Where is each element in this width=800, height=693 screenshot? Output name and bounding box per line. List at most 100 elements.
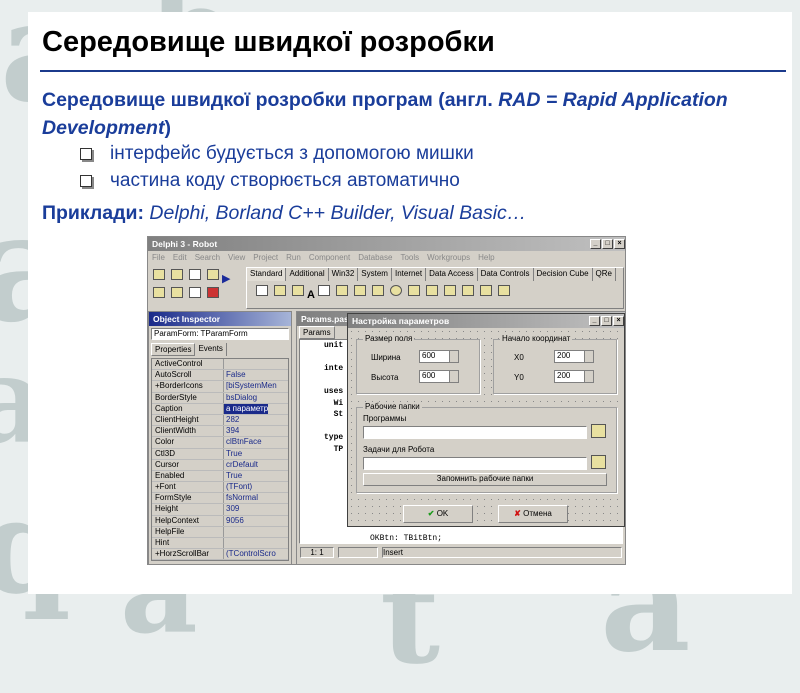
- radio-icon[interactable]: [389, 285, 402, 296]
- checkbox-icon[interactable]: [371, 285, 384, 296]
- save-icon[interactable]: [171, 269, 183, 280]
- property-value[interactable]: False: [224, 370, 246, 380]
- property-row[interactable]: Enabled True: [152, 470, 288, 483]
- property-value[interactable]: [224, 359, 226, 369]
- groupbox-icon[interactable]: [461, 285, 474, 296]
- new-form-icon[interactable]: [189, 269, 201, 280]
- property-value[interactable]: 394: [224, 426, 239, 436]
- dialog-maximize[interactable]: □: [601, 316, 612, 326]
- palette-tab[interactable]: Decision Cube: [534, 268, 593, 281]
- palette-tab[interactable]: Data Access: [426, 268, 478, 281]
- property-row[interactable]: BorderStyle bsDialog: [152, 392, 288, 404]
- property-value[interactable]: 282: [224, 415, 239, 425]
- palette-tab[interactable]: Internet: [392, 268, 427, 281]
- object-selector[interactable]: ParamForm: TParamForm: [151, 328, 289, 340]
- property-value[interactable]: crDefault: [224, 460, 258, 470]
- programs-path-input[interactable]: [363, 426, 587, 439]
- help-icon[interactable]: [207, 287, 219, 298]
- menu-item[interactable]: Project: [253, 253, 278, 262]
- menu-item[interactable]: Edit: [173, 253, 187, 262]
- property-row[interactable]: +Font (TFont): [152, 482, 288, 494]
- edit-icon[interactable]: [317, 285, 330, 296]
- property-row[interactable]: ActiveControl: [152, 359, 288, 371]
- property-row[interactable]: HelpContext 9056: [152, 515, 288, 527]
- x0-spin[interactable]: 200: [554, 350, 594, 363]
- dialog-minimize[interactable]: _: [589, 316, 600, 326]
- property-value[interactable]: [biSystemMen: [224, 381, 277, 391]
- property-row[interactable]: Hint: [152, 538, 288, 550]
- menu-item[interactable]: File: [152, 253, 165, 262]
- minimize-button[interactable]: _: [590, 239, 601, 249]
- add-file-icon[interactable]: [171, 287, 183, 298]
- property-value[interactable]: True: [224, 471, 242, 481]
- menu-item[interactable]: Help: [478, 253, 494, 262]
- height-spin[interactable]: 600: [419, 370, 459, 383]
- palette-tab[interactable]: Data Controls: [478, 268, 534, 281]
- property-value[interactable]: True: [224, 449, 242, 459]
- radiogroup-icon[interactable]: [479, 285, 492, 296]
- property-row[interactable]: ClientWidth 394: [152, 426, 288, 438]
- label-icon[interactable]: A: [307, 289, 315, 301]
- menu-item[interactable]: Workgroups: [427, 253, 470, 262]
- property-value[interactable]: 309: [224, 504, 239, 514]
- listbox-icon[interactable]: [407, 285, 420, 296]
- palette-tab[interactable]: QRe: [593, 268, 616, 281]
- menu-item[interactable]: View: [228, 253, 245, 262]
- panel-icon[interactable]: [497, 285, 510, 296]
- pointer-icon[interactable]: [256, 285, 268, 296]
- palette-tab[interactable]: Additional: [286, 268, 329, 281]
- property-value[interactable]: fsNormal: [224, 493, 258, 503]
- tab-events[interactable]: Events: [195, 343, 227, 356]
- button-icon[interactable]: [353, 285, 366, 296]
- tasks-path-input[interactable]: [363, 457, 587, 470]
- palette-tab[interactable]: System: [358, 268, 392, 281]
- run-icon[interactable]: ▶: [222, 273, 230, 285]
- save-folders-button[interactable]: Запомнить рабочие папки: [363, 473, 607, 486]
- combobox-icon[interactable]: [425, 285, 438, 296]
- close-button[interactable]: ×: [614, 239, 625, 249]
- property-row[interactable]: Color clBtnFace: [152, 437, 288, 449]
- property-value[interactable]: clBtnFace: [224, 437, 262, 447]
- maximize-button[interactable]: □: [602, 239, 613, 249]
- property-row[interactable]: Height 309: [152, 504, 288, 516]
- browse-folder-icon[interactable]: [591, 455, 606, 469]
- new-unit-icon[interactable]: [189, 287, 201, 298]
- mainmenu-icon[interactable]: [274, 285, 286, 296]
- menu-item[interactable]: Component: [309, 253, 350, 262]
- width-spin[interactable]: 600: [419, 350, 459, 363]
- browse-folder-icon[interactable]: [591, 424, 606, 438]
- property-value[interactable]: bsDialog: [224, 393, 257, 403]
- menu-item[interactable]: Run: [286, 253, 301, 262]
- property-value[interactable]: 9056: [224, 516, 244, 526]
- y0-spin[interactable]: 200: [554, 370, 594, 383]
- tab-params[interactable]: Params: [299, 326, 335, 339]
- property-row[interactable]: Caption а параметр: [152, 403, 288, 415]
- property-row[interactable]: +BorderIcons [biSystemMen: [152, 381, 288, 393]
- property-value[interactable]: [224, 538, 226, 548]
- popupmenu-icon[interactable]: [292, 285, 304, 296]
- property-row[interactable]: FormStyle fsNormal: [152, 493, 288, 505]
- property-row[interactable]: Cursor crDefault: [152, 459, 288, 471]
- cancel-button[interactable]: ✘ Отмена: [498, 505, 568, 523]
- property-row[interactable]: Ctl3D True: [152, 448, 288, 460]
- property-value[interactable]: (TFont): [224, 482, 252, 492]
- palette-tab[interactable]: Win32: [329, 268, 359, 281]
- palette-tab[interactable]: Standard: [247, 268, 287, 281]
- open-project-icon[interactable]: [153, 269, 165, 280]
- dialog-close[interactable]: ×: [613, 316, 624, 326]
- toggle-icon[interactable]: [207, 269, 219, 280]
- property-value[interactable]: а параметр: [224, 403, 269, 414]
- tab-properties[interactable]: Properties: [151, 343, 196, 356]
- menu-item[interactable]: Tools: [400, 253, 419, 262]
- memo-icon[interactable]: [335, 285, 348, 296]
- property-row[interactable]: ClientHeight 282: [152, 414, 288, 427]
- property-value[interactable]: (TControlScro: [224, 549, 276, 559]
- property-value[interactable]: [224, 527, 226, 537]
- menu-item[interactable]: Database: [358, 253, 392, 262]
- menu-item[interactable]: Search: [195, 253, 220, 262]
- ok-button[interactable]: ✔ OK: [403, 505, 473, 523]
- property-row[interactable]: HelpFile: [152, 526, 288, 538]
- property-row[interactable]: +HorzScrollBar (TControlScro: [152, 549, 288, 561]
- property-row[interactable]: AutoScroll False: [152, 370, 288, 382]
- scrollbar-icon[interactable]: [443, 285, 456, 296]
